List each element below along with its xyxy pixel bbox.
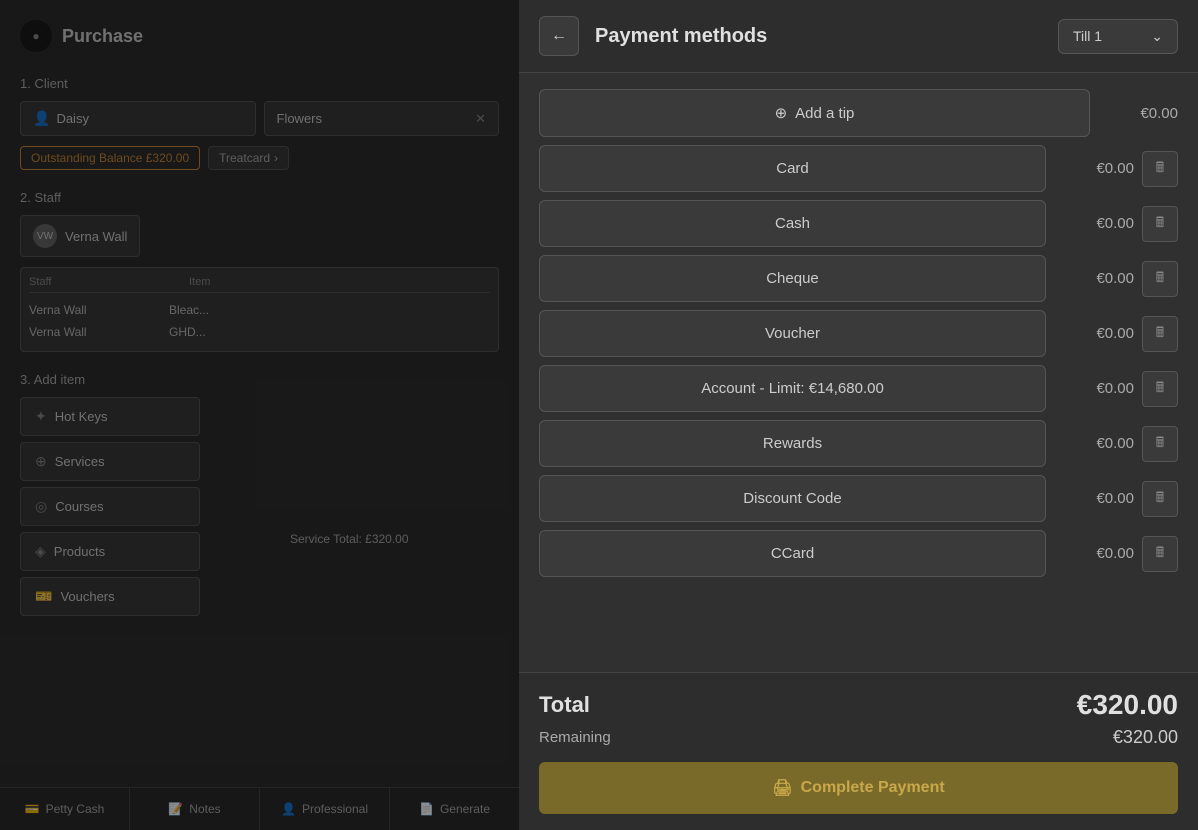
- tip-amount: €0.00: [1098, 105, 1178, 122]
- total-amount: €320.00: [1077, 689, 1178, 721]
- voucher-row: Voucher €0.00 🖩: [539, 310, 1178, 357]
- rewards-row: Rewards €0.00 🖩: [539, 420, 1178, 467]
- card-row: Card €0.00 🖩: [539, 145, 1178, 192]
- discount-code-row: Discount Code €0.00 🖩: [539, 475, 1178, 522]
- payment-title: Payment methods: [595, 25, 1042, 48]
- back-button[interactable]: ←: [539, 16, 579, 56]
- ccard-button[interactable]: CCard: [539, 530, 1046, 577]
- discount-code-action-button[interactable]: 🖩: [1142, 481, 1178, 517]
- voucher-action-button[interactable]: 🖩: [1142, 316, 1178, 352]
- calculator-icon: 🖩: [1156, 157, 1164, 181]
- payment-footer: Total €320.00 Remaining €320.00 🖨 Comple…: [519, 672, 1198, 830]
- ccard-action-button[interactable]: 🖩: [1142, 536, 1178, 572]
- add-tip-row: ⊕ Add a tip €0.00: [539, 89, 1178, 137]
- rewards-action-button[interactable]: 🖩: [1142, 426, 1178, 462]
- left-overlay: [0, 0, 519, 830]
- remaining-row: Remaining €320.00: [539, 727, 1178, 748]
- add-tip-button[interactable]: ⊕ Add a tip: [539, 89, 1090, 137]
- account-action-button[interactable]: 🖩: [1142, 371, 1178, 407]
- payment-header: ← Payment methods Till 1 ⌄: [519, 0, 1198, 73]
- cheque-amount: €0.00: [1054, 270, 1134, 287]
- total-row: Total €320.00: [539, 689, 1178, 721]
- rewards-button[interactable]: Rewards: [539, 420, 1046, 467]
- complete-payment-label: Complete Payment: [801, 779, 945, 797]
- cheque-row: Cheque €0.00 🖩: [539, 255, 1178, 302]
- voucher-button[interactable]: Voucher: [539, 310, 1046, 357]
- rewards-amount: €0.00: [1054, 435, 1134, 452]
- payment-panel: ← Payment methods Till 1 ⌄ ⊕ Add a tip €…: [519, 0, 1198, 830]
- cash-amount: €0.00: [1054, 215, 1134, 232]
- calculator-icon: 🖩: [1156, 212, 1164, 236]
- account-button[interactable]: Account - Limit: €14,680.00: [539, 365, 1046, 412]
- total-label: Total: [539, 692, 590, 718]
- till-selector[interactable]: Till 1 ⌄: [1058, 19, 1178, 54]
- discount-code-amount: €0.00: [1054, 490, 1134, 507]
- cash-row: Cash €0.00 🖩: [539, 200, 1178, 247]
- account-amount: €0.00: [1054, 380, 1134, 397]
- add-tip-label: Add a tip: [795, 105, 854, 122]
- calculator-icon: 🖩: [1156, 377, 1164, 401]
- payment-methods-list: ⊕ Add a tip €0.00 Card €0.00 🖩 Cash €0.0…: [519, 73, 1198, 672]
- complete-payment-button[interactable]: 🖨 Complete Payment: [539, 762, 1178, 814]
- calculator-icon: 🖩: [1156, 487, 1164, 511]
- account-row: Account - Limit: €14,680.00 €0.00 🖩: [539, 365, 1178, 412]
- cheque-action-button[interactable]: 🖩: [1142, 261, 1178, 297]
- ccard-row: CCard €0.00 🖩: [539, 530, 1178, 577]
- card-button[interactable]: Card: [539, 145, 1046, 192]
- calculator-icon: 🖩: [1156, 432, 1164, 456]
- left-panel: ● Purchase 1. Client 👤 Daisy Flowers ✕ O…: [0, 0, 519, 830]
- printer-icon: 🖨: [772, 778, 792, 798]
- calculator-icon: 🖩: [1156, 322, 1164, 346]
- remaining-amount: €320.00: [1113, 727, 1178, 748]
- voucher-amount: €0.00: [1054, 325, 1134, 342]
- ccard-amount: €0.00: [1054, 545, 1134, 562]
- cash-button[interactable]: Cash: [539, 200, 1046, 247]
- calculator-icon: 🖩: [1156, 267, 1164, 291]
- discount-code-button[interactable]: Discount Code: [539, 475, 1046, 522]
- chevron-down-icon: ⌄: [1151, 28, 1163, 45]
- card-action-button[interactable]: 🖩: [1142, 151, 1178, 187]
- till-value: Till 1: [1073, 28, 1102, 44]
- card-amount: €0.00: [1054, 160, 1134, 177]
- back-icon: ←: [551, 27, 567, 45]
- calculator-icon: 🖩: [1156, 542, 1164, 566]
- remaining-label: Remaining: [539, 729, 611, 746]
- add-tip-icon: ⊕: [775, 104, 788, 122]
- cash-action-button[interactable]: 🖩: [1142, 206, 1178, 242]
- cheque-button[interactable]: Cheque: [539, 255, 1046, 302]
